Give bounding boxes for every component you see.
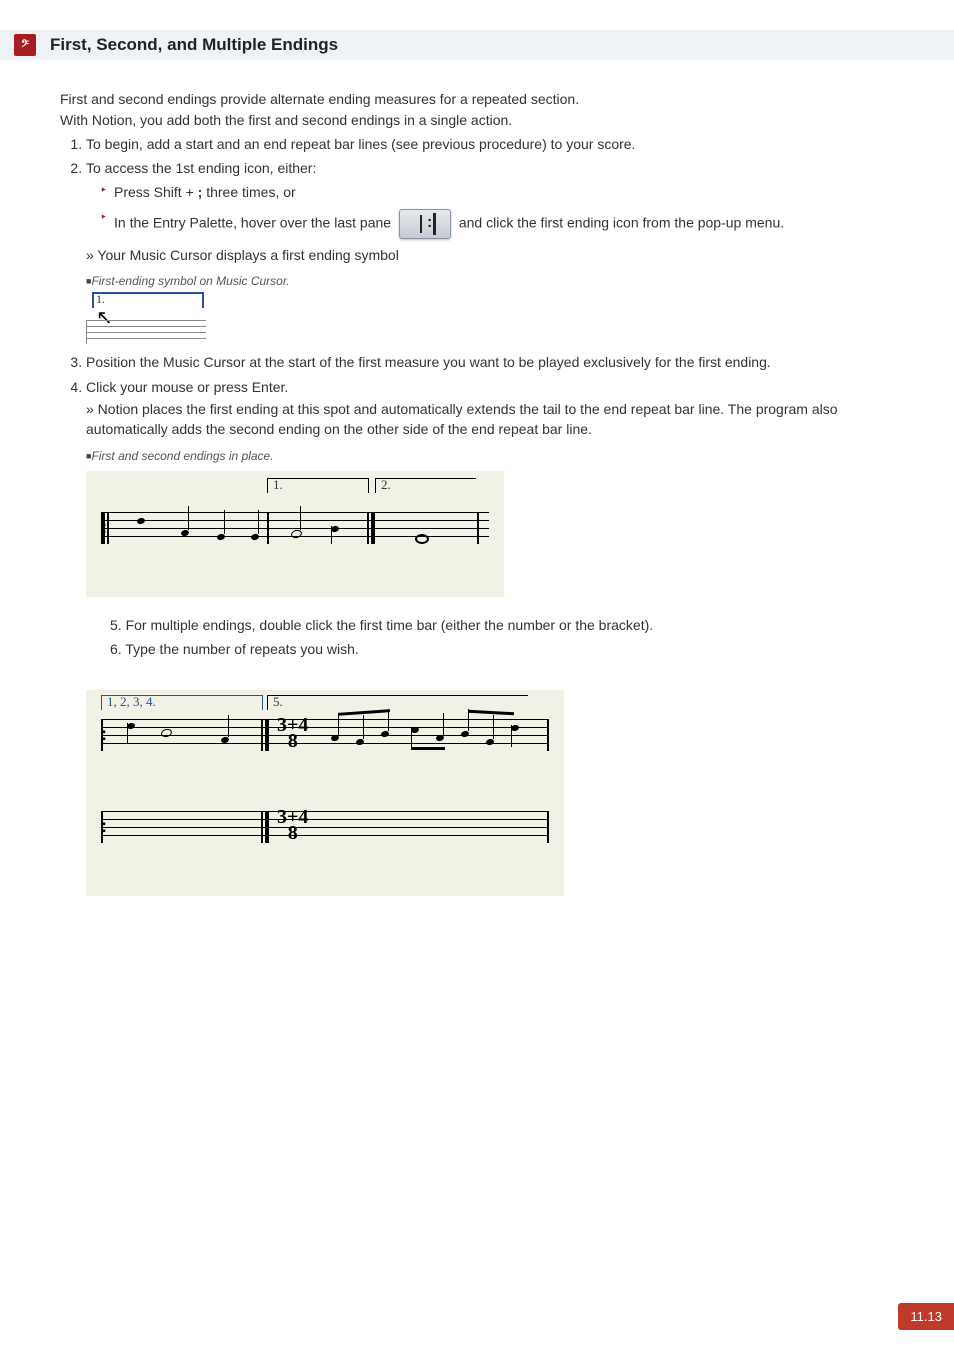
step-2: To access the 1st ending icon, either: P… (86, 158, 894, 348)
step-3: Position the Music Cursor at the start o… (86, 352, 894, 372)
intro-line-1: First and second endings provide alterna… (60, 90, 894, 109)
palette-pane-icon (399, 209, 451, 239)
step-1: To begin, add a start and an end repeat … (86, 134, 894, 154)
steps-list: To begin, add a start and an end repeat … (60, 134, 894, 896)
step-4: Click your mouse or press Enter. » Notio… (86, 377, 894, 896)
page-title: First, Second, and Multiple Endings (50, 35, 338, 55)
step-2-text: To access the 1st ending icon, either: (86, 160, 316, 176)
caption-endings: First and second endings in place. (86, 448, 894, 465)
intro-paragraph: First and second endings provide alterna… (60, 90, 894, 130)
step-5: 5. For multiple endings, double click th… (110, 615, 894, 635)
intro-line-2: With Notion, you add both the first and … (60, 111, 894, 130)
step-2a: Press Shift + ; three times, or (100, 182, 894, 202)
figure-multiple-endings: 1, 2, 3, 4. 5. 3+4 8 (86, 690, 564, 896)
figure-cursor: 1. ↖ (86, 292, 206, 348)
step-6: 6. Type the number of repeats you wish. (110, 639, 894, 659)
app-logo-icon: 𝄢 (14, 34, 36, 56)
step-2-result: » Your Music Cursor displays a first end… (86, 245, 894, 265)
step-4-text: Click your mouse or press Enter. (86, 379, 288, 395)
step-2b: In the Entry Palette, hover over the las… (100, 209, 894, 239)
step-4-result: » Notion places the first ending at this… (86, 399, 894, 440)
page-number: 11.13 (898, 1303, 954, 1330)
figure-endings: 1. 2. (86, 471, 504, 597)
title-bar: 𝄢 First, Second, and Multiple Endings (0, 30, 954, 60)
caption-cursor: First-ending symbol on Music Cursor. (86, 273, 894, 290)
